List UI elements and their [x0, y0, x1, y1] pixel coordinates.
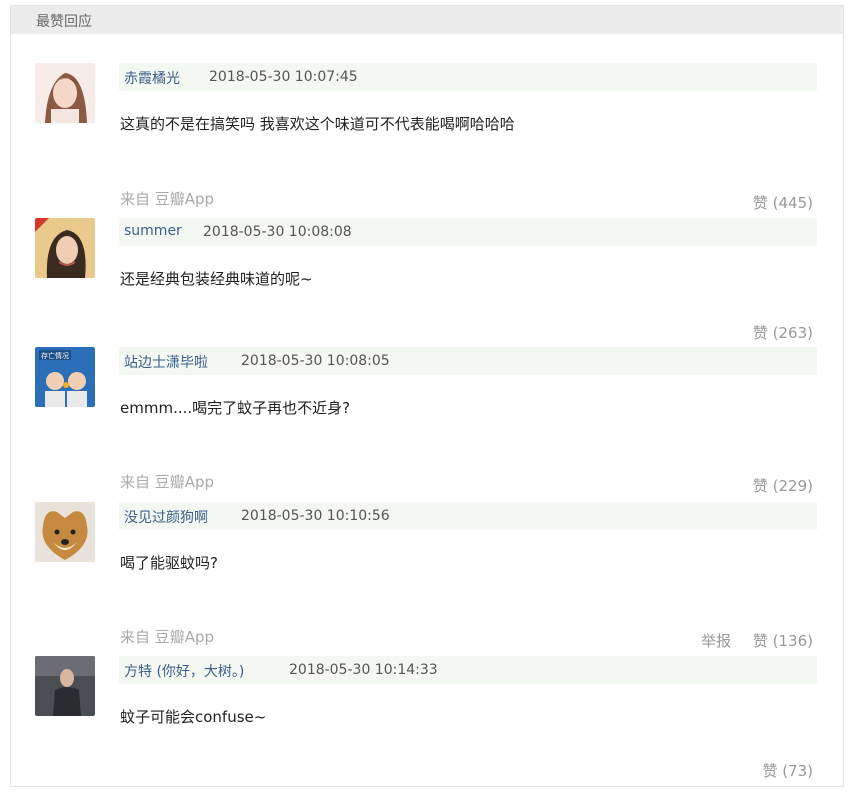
like-button[interactable]: 赞 (445) [753, 192, 813, 213]
avatar[interactable] [35, 502, 95, 562]
comment-time: 2018-05-30 10:07:45 [209, 69, 358, 85]
comment-content: 这真的不是在搞笑吗 我喜欢这个味道可不代表能喝啊哈哈哈 [120, 115, 515, 133]
comment-author-link[interactable]: 方特 (你好，大树。) [124, 661, 244, 681]
comment-time: 2018-05-30 10:08:08 [203, 224, 352, 240]
section-title: 最赞回应 [36, 14, 92, 30]
top-replies-panel: 最赞回应 赤霞橘光 2018-05-30 10:07:45 这真的不是在搞笑吗 … [10, 5, 844, 787]
like-button[interactable]: 赞 (263) [753, 322, 813, 343]
comment-content: 喝了能驱蚊吗? [120, 554, 218, 572]
avatar[interactable] [35, 63, 95, 123]
comment-content: emmm....喝完了蚊子再也不近身? [120, 399, 351, 417]
comment-author-link[interactable]: 没见过颜狗啊 [124, 507, 208, 527]
like-button[interactable]: 赞 (229) [753, 475, 813, 496]
like-button[interactable]: 赞 (73) [762, 760, 813, 781]
comment-author-link[interactable]: summer [124, 223, 182, 239]
comment-meta: summer 2018-05-30 10:08:08 [119, 218, 817, 246]
section-header: 最赞回应 [11, 6, 843, 34]
like-button[interactable]: 赞 (136) [753, 630, 813, 651]
comment-meta: 没见过颜狗啊 2018-05-30 10:10:56 [119, 502, 817, 530]
avatar-badge-text: 存亡情况 [41, 351, 69, 360]
comment-meta: 方特 (你好，大树。) 2018-05-30 10:14:33 [119, 656, 817, 684]
comment-time: 2018-05-30 10:14:33 [289, 662, 438, 678]
comment-author-link[interactable]: 站边士潇毕啦 [124, 352, 208, 372]
comment-meta: 站边士潇毕啦 2018-05-30 10:08:05 [119, 347, 817, 375]
comment-author-link[interactable]: 赤霞橘光 [124, 68, 180, 88]
comment-meta: 赤霞橘光 2018-05-30 10:07:45 [119, 63, 817, 91]
comment-source: 来自 豆瓣App [120, 190, 215, 208]
report-link[interactable]: 举报 [701, 630, 731, 651]
comment-source: 来自 豆瓣App [120, 473, 215, 491]
comment-content: 还是经典包装经典味道的呢~ [120, 270, 313, 288]
comment-content: 蚊子可能会confuse~ [120, 708, 267, 726]
comment-source: 来自 豆瓣App [120, 628, 215, 646]
comment-time: 2018-05-30 10:08:05 [241, 353, 390, 369]
avatar[interactable] [35, 656, 95, 716]
comment-time: 2018-05-30 10:10:56 [241, 508, 390, 524]
avatar[interactable] [35, 218, 95, 278]
avatar[interactable]: 存亡情况 [35, 347, 95, 407]
